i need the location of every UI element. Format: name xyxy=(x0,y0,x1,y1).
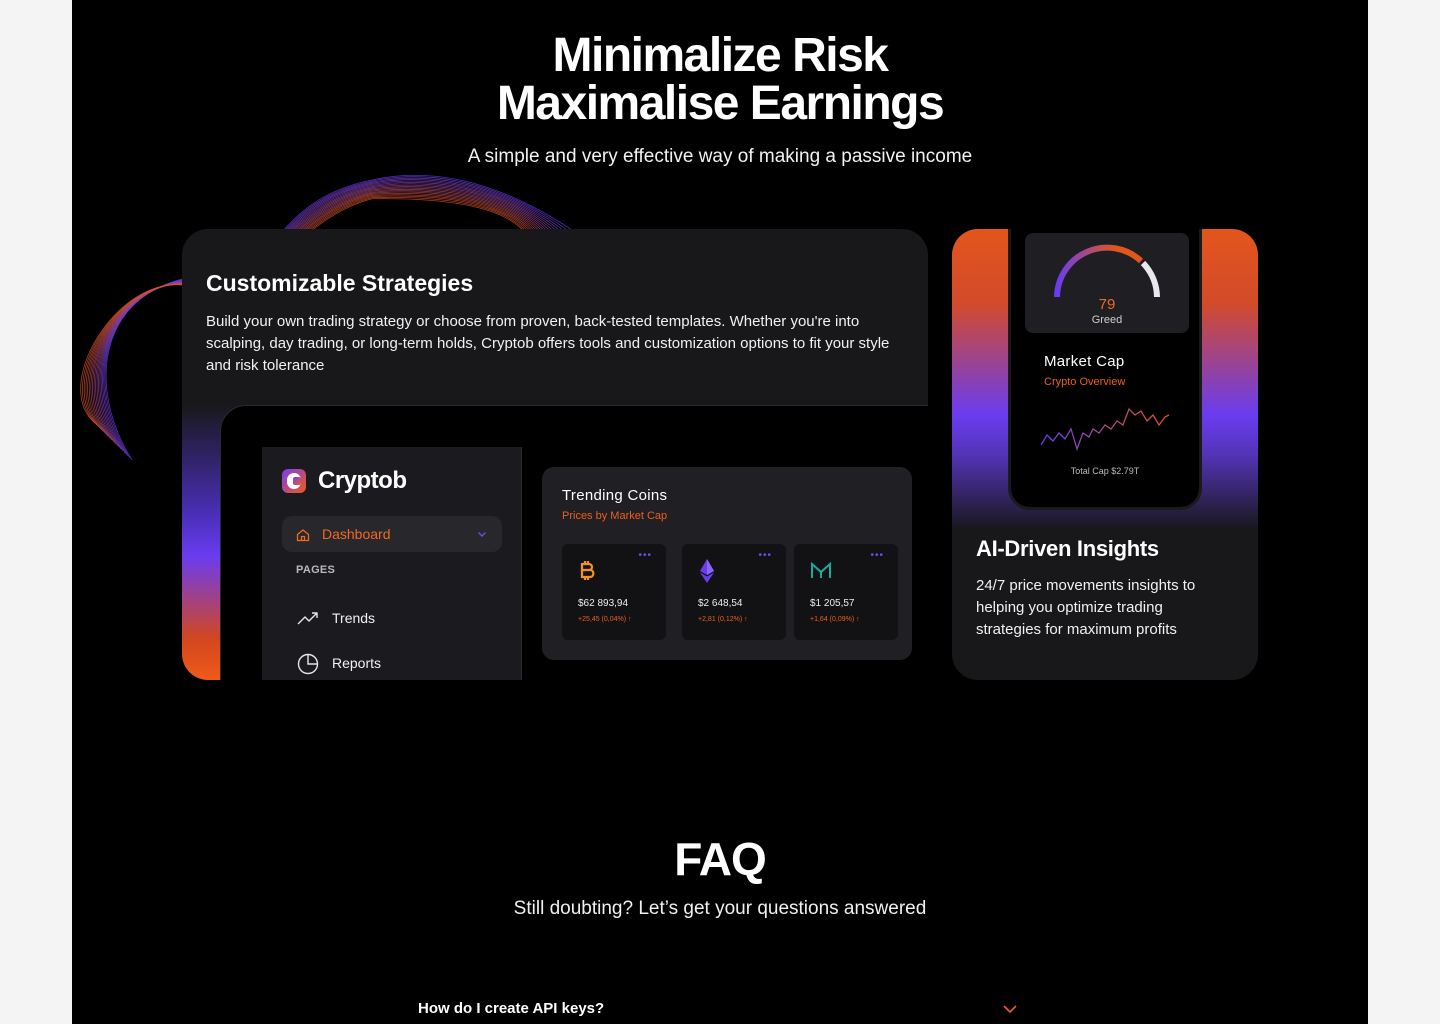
app-sidebar: Cryptob Dashboard PAGES Trends Reports xyxy=(262,447,522,680)
dashboard-label: Dashboard xyxy=(322,526,391,542)
insights-card: 79 Greed Market Cap Crypto Overview Tota… xyxy=(952,229,1258,680)
coin-card-maker[interactable]: ••• $1 205,57 +1,64 (0,09%) ↑ xyxy=(794,544,898,640)
gauge-arc-icon xyxy=(1054,244,1160,298)
ethereum-icon xyxy=(700,559,714,583)
phone-mockup: 79 Greed Market Cap Crypto Overview Tota… xyxy=(1008,229,1202,510)
trend-up-icon xyxy=(297,612,318,625)
coin-change: +2,81 (0,12%) ↑ xyxy=(698,616,748,623)
gauge-label: Greed xyxy=(1091,314,1123,326)
home-icon xyxy=(296,529,310,542)
more-options-icon[interactable]: ••• xyxy=(758,550,772,561)
hero-title-line-2: Maximalise Earnings xyxy=(496,77,945,130)
more-options-icon[interactable]: ••• xyxy=(870,550,884,561)
arrow-up-icon: ↑ xyxy=(744,616,748,623)
cryptob-logo-icon xyxy=(282,469,306,493)
coin-change-value: +25,45 (0,04%) xyxy=(578,616,627,623)
faq-title: FAQ xyxy=(674,833,767,885)
coin-change-value: +1,64 (0,09%) xyxy=(810,616,855,623)
coin-price: $62 893,94 xyxy=(578,598,629,609)
gauge-value: 79 xyxy=(1098,296,1116,313)
more-options-icon[interactable]: ••• xyxy=(638,550,652,561)
arrow-up-icon: ↑ xyxy=(856,616,860,623)
faq-question-text: How do I create API keys? xyxy=(418,1000,605,1017)
coin-change-value: +2,81 (0,12%) xyxy=(698,616,743,623)
strategies-description: Build your own trading strategy or choos… xyxy=(206,313,890,374)
coin-price: $1 205,57 xyxy=(810,598,855,609)
total-cap: Total Cap $2.79T xyxy=(1070,466,1140,476)
chevron-down-icon[interactable] xyxy=(1002,1002,1018,1016)
insights-description: 24/7 price movements insights to helping… xyxy=(976,577,1196,638)
arrow-up-icon: ↑ xyxy=(628,616,632,623)
chevron-down-icon xyxy=(478,532,486,537)
maker-icon xyxy=(811,561,831,578)
strategies-title: Customizable Strategies xyxy=(206,270,474,296)
fear-greed-gauge: 79 Greed xyxy=(1025,233,1189,333)
strategies-card: Customizable Strategies Build your own t… xyxy=(182,229,928,680)
trending-coins-panel: Trending Coins Prices by Market Cap ••• … xyxy=(542,467,912,660)
market-cap-subtitle: Crypto Overview xyxy=(1044,376,1126,388)
coin-card-ethereum[interactable]: ••• $2 648,54 +2,81 (0,12%) ↑ xyxy=(682,544,786,640)
faq-question-item[interactable]: How do I create API keys? xyxy=(418,1000,1018,1024)
faq-subtitle: Still doubting? Let’s get your questions… xyxy=(513,898,927,919)
trending-title: Trending Coins xyxy=(562,487,668,504)
market-cap-sparkline xyxy=(1041,407,1170,452)
brand-name: Cryptob xyxy=(318,467,407,494)
hero-title-line-1: Minimalize Risk xyxy=(552,29,889,82)
insights-title: AI-Driven Insights xyxy=(976,536,1159,561)
nav-item-label: Trends xyxy=(332,610,376,626)
trending-subtitle: Prices by Market Cap xyxy=(562,510,668,522)
landing-section: Minimalize Risk Maximalise Earnings A si… xyxy=(72,0,1368,1024)
coin-change: +1,64 (0,09%) ↑ xyxy=(810,616,860,623)
pie-chart-icon xyxy=(297,653,319,675)
market-cap-title: Market Cap xyxy=(1044,353,1125,370)
pages-heading: PAGES xyxy=(296,564,336,576)
dashboard-menu-button[interactable]: Dashboard xyxy=(282,516,502,552)
coin-price: $2 648,54 xyxy=(698,598,743,609)
bitcoin-icon xyxy=(580,561,595,580)
coin-card-bitcoin[interactable]: ••• $62 893,94 +25,45 (0,04%) ↑ xyxy=(562,544,666,640)
hero-title: Minimalize Risk Maximalise Earnings xyxy=(72,32,1368,128)
nav-item-label: Reports xyxy=(332,655,382,671)
coin-change: +25,45 (0,04%) ↑ xyxy=(578,616,632,623)
